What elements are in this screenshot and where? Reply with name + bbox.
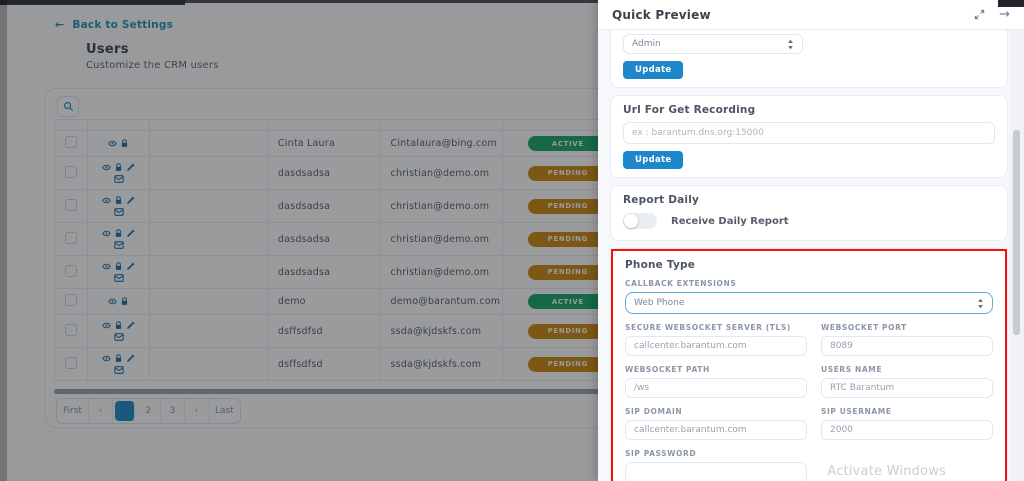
websocket-path-input[interactable] — [634, 383, 798, 393]
recording-update-button[interactable]: Update — [623, 151, 684, 169]
websocket-port-label: WEBSOCKET PORT — [821, 323, 907, 332]
drawer-header: Quick Preview → — [598, 0, 1024, 30]
sidebar-edge — [0, 0, 7, 481]
report-daily-card: Report Daily Receive Daily Report — [610, 185, 1008, 241]
recording-card: Url For Get Recording Update — [610, 95, 1008, 178]
recording-url-field — [623, 122, 995, 144]
close-arrow-icon[interactable]: → — [999, 7, 1010, 22]
drawer-scrollbar-thumb[interactable] — [1013, 130, 1020, 335]
recording-heading: Url For Get Recording — [623, 104, 756, 116]
websocket-path-label: WEBSOCKET PATH — [625, 365, 710, 374]
callback-extensions-label: CALLBACK EXTENSIONS — [625, 279, 737, 288]
select-caret-icon — [787, 39, 794, 53]
wss-server-input[interactable] — [634, 341, 798, 351]
users-name-label: USERS NAME — [821, 365, 883, 374]
phone-type-highlight-box: Phone Type CALLBACK EXTENSIONS Web Phone… — [611, 249, 1007, 481]
select-caret-icon — [977, 298, 984, 312]
daily-report-toggle[interactable] — [623, 213, 657, 229]
modal-dim-overlay[interactable] — [0, 0, 600, 481]
drawer-body: Admin Update Url For Get Recording Updat… — [598, 30, 1024, 481]
daily-report-toggle-label: Receive Daily Report — [671, 215, 789, 227]
phone-type-card: Phone Type CALLBACK EXTENSIONS Web Phone… — [610, 248, 1008, 481]
users-name-input[interactable] — [830, 383, 984, 393]
sip-username-label: SIP USERNAME — [821, 407, 892, 416]
wss-server-label: SECURE WEBSOCKET SERVER (TLS) — [625, 323, 791, 332]
sip-username-input[interactable] — [830, 425, 984, 435]
callback-extensions-select[interactable]: Web Phone — [625, 292, 993, 314]
sip-password-label: SIP PASSWORD — [625, 449, 697, 458]
report-daily-heading: Report Daily — [623, 194, 700, 206]
phone-type-heading: Phone Type — [625, 259, 696, 271]
role-select[interactable]: Admin — [623, 34, 803, 54]
role-update-button[interactable]: Update — [623, 61, 684, 79]
expand-icon[interactable] — [974, 9, 985, 20]
role-card: Admin Update — [610, 30, 1008, 88]
activate-windows-watermark: Activate Windows — [827, 464, 946, 479]
callback-extensions-value: Web Phone — [634, 298, 685, 308]
sip-password-input[interactable] — [634, 468, 798, 478]
role-select-value: Admin — [632, 39, 661, 49]
websocket-port-input[interactable] — [830, 341, 984, 351]
sip-domain-input[interactable] — [634, 425, 798, 435]
drawer-title: Quick Preview — [612, 7, 711, 22]
sip-domain-label: SIP DOMAIN — [625, 407, 683, 416]
recording-url-input[interactable] — [632, 128, 986, 138]
top-right-strip — [998, 0, 1024, 7]
quick-preview-drawer: Quick Preview → Admin Update Url For Get… — [598, 0, 1024, 481]
